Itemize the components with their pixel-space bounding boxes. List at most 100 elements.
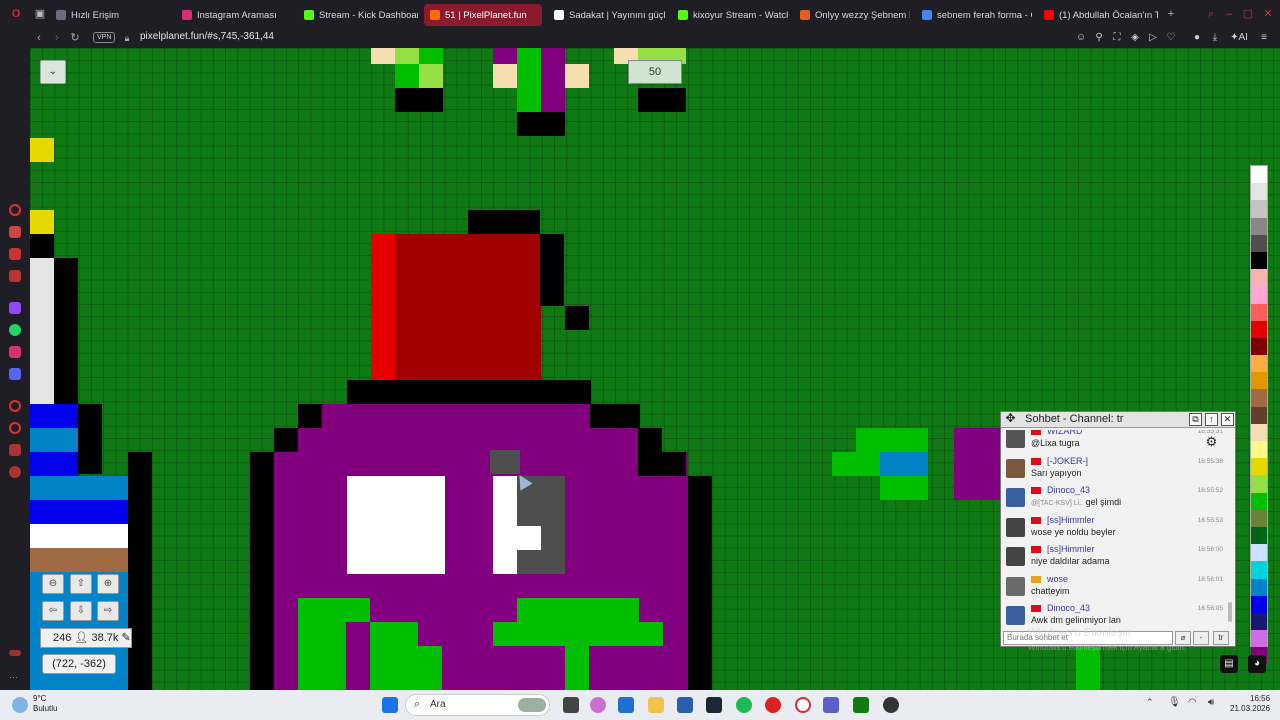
- mic-icon[interactable]: 🎙︎: [1168, 697, 1181, 713]
- zoom-in-button[interactable]: ⊕: [97, 574, 119, 594]
- tab-overview-icon[interactable]: ▣: [34, 8, 46, 20]
- system-clock[interactable]: 16:56 21.03.2026: [1230, 694, 1270, 714]
- move-chat-icon[interactable]: ✥: [1004, 412, 1017, 426]
- move-down-button[interactable]: ⇩: [70, 601, 92, 621]
- messenger-icon[interactable]: [9, 248, 21, 260]
- search-tabs-icon[interactable]: ⌕: [1205, 8, 1217, 20]
- palette-swatch[interactable]: [1251, 303, 1267, 321]
- reload-icon[interactable]: ↻: [68, 30, 82, 46]
- palette-swatch[interactable]: [1251, 509, 1267, 527]
- palette-swatch[interactable]: [1251, 492, 1267, 510]
- avatar[interactable]: [1006, 488, 1025, 507]
- avatar[interactable]: [1006, 430, 1025, 448]
- palette-swatch[interactable]: [1251, 441, 1267, 459]
- move-up-button[interactable]: ⇧: [70, 574, 92, 594]
- palette-swatch[interactable]: [1251, 251, 1267, 270]
- store-icon[interactable]: [677, 697, 693, 713]
- back-icon[interactable]: ‹: [32, 30, 46, 46]
- gift-icon[interactable]: [9, 270, 21, 282]
- settings-icon[interactable]: [9, 466, 21, 478]
- palette-swatch[interactable]: [1251, 630, 1267, 648]
- avatar[interactable]: [1006, 576, 1025, 596]
- wifi-icon[interactable]: ◠: [1188, 697, 1200, 713]
- file-explorer-icon[interactable]: [648, 697, 664, 713]
- chat-scrollbar[interactable]: [1227, 430, 1233, 626]
- chat-settings-icon[interactable]: ⚙: [1205, 435, 1218, 449]
- palette-swatch[interactable]: [1251, 269, 1267, 287]
- volume-icon[interactable]: 🔊︎: [1208, 697, 1220, 713]
- vpn-sidebar-icon[interactable]: [9, 650, 21, 656]
- browser-tab[interactable]: Instagram Araması: [176, 4, 292, 26]
- taskbar-search[interactable]: ⌕ Ara: [405, 694, 550, 716]
- chat-mode-button[interactable]: -: [1193, 631, 1209, 645]
- teams-icon[interactable]: [823, 697, 839, 713]
- canvas-menu-button[interactable]: ⌄: [40, 60, 66, 84]
- whatsapp-icon[interactable]: [9, 324, 21, 336]
- avatar[interactable]: [1006, 458, 1025, 478]
- browser-tab[interactable]: sebnem ferah forma - G: [916, 4, 1032, 26]
- lock-icon[interactable]: 🔒︎: [120, 30, 134, 46]
- palette-swatch[interactable]: [1251, 286, 1267, 304]
- steam-icon[interactable]: [706, 697, 722, 713]
- opera-logo-icon[interactable]: O: [10, 8, 22, 20]
- chat-username[interactable]: Dinoco_43: [1047, 485, 1090, 495]
- palette-swatch[interactable]: [1251, 475, 1267, 493]
- palette-swatch[interactable]: [1251, 595, 1267, 613]
- browser-tab[interactable]: Onlyy wezzy Şebnem Fe: [794, 4, 910, 26]
- ai-icon[interactable]: ✦AI: [1228, 31, 1250, 45]
- play-icon[interactable]: ▷: [1147, 31, 1159, 45]
- heart-icon[interactable]: ♡: [1165, 31, 1177, 45]
- chat-toggle-icon[interactable]: ▤: [1220, 655, 1238, 673]
- extensions-icon[interactable]: [9, 444, 21, 456]
- palette-swatch[interactable]: [1251, 372, 1267, 390]
- weather-icon[interactable]: [12, 697, 28, 713]
- palette-swatch[interactable]: [1251, 544, 1267, 562]
- chat-username[interactable]: [ss]Himmler: [1047, 515, 1095, 525]
- player-icon[interactable]: [9, 400, 21, 412]
- palette-swatch[interactable]: [1251, 561, 1267, 579]
- palette-swatch[interactable]: [1251, 234, 1267, 252]
- browser-tab[interactable]: 51 | PixelPlanet.fun: [424, 4, 542, 26]
- chat-username[interactable]: [ss]Himmler: [1047, 544, 1095, 554]
- avatar[interactable]: [1006, 547, 1025, 566]
- menu-icon[interactable]: ≡: [1258, 31, 1270, 45]
- task-view-icon[interactable]: [563, 697, 579, 713]
- browser-tab[interactable]: (1) Abdullah Öcalan'ın Tü: [1038, 4, 1158, 26]
- more-icon[interactable]: ···: [9, 672, 21, 684]
- zoom-out-button[interactable]: ⊖: [42, 574, 64, 594]
- maximize-chat-icon[interactable]: ↑: [1205, 413, 1218, 426]
- xbox-icon[interactable]: [853, 697, 869, 713]
- palette-swatch[interactable]: [1251, 612, 1267, 631]
- browser-tab[interactable]: Stream - Kick Dashboard: [298, 4, 418, 26]
- maximize-icon[interactable]: ▢: [1242, 8, 1254, 20]
- palette-swatch[interactable]: [1251, 578, 1267, 596]
- chat-header[interactable]: ✥ Sohbet - Channel: tr ⧉ ↑ ✕: [1001, 412, 1235, 428]
- palette-swatch[interactable]: [1251, 183, 1267, 201]
- tray-chevron-icon[interactable]: ⌃: [1146, 697, 1158, 713]
- palette-swatch[interactable]: [1251, 389, 1267, 407]
- weather-widget[interactable]: 9°C Bulutlu: [33, 694, 57, 714]
- vpn-badge[interactable]: VPN: [93, 32, 116, 43]
- minimize-icon[interactable]: –: [1223, 8, 1235, 20]
- shopping-icon[interactable]: [9, 226, 21, 238]
- instagram-icon[interactable]: [9, 346, 21, 358]
- channel-select[interactable]: tr: [1213, 631, 1229, 645]
- discord-icon[interactable]: [9, 368, 21, 380]
- profile-icon[interactable]: ●: [1191, 31, 1203, 45]
- close-window-icon[interactable]: ✕: [1262, 8, 1274, 20]
- new-tab-icon[interactable]: +: [1165, 8, 1177, 20]
- chat-username[interactable]: Dinoco_43: [1047, 603, 1090, 613]
- snapshot-icon[interactable]: ⛶: [1111, 31, 1123, 45]
- chat-mention[interactable]: @[TAC-KSV] Li..: [1031, 500, 1083, 507]
- edge-icon[interactable]: [618, 697, 634, 713]
- palette-swatch[interactable]: [1251, 423, 1267, 441]
- start-icon[interactable]: [382, 697, 398, 713]
- palette-swatch[interactable]: [1251, 337, 1267, 356]
- palette-swatch[interactable]: [1251, 526, 1267, 545]
- opera-taskbar-icon[interactable]: [795, 697, 811, 713]
- opera-gx-icon[interactable]: [765, 697, 781, 713]
- palette-swatch[interactable]: [1251, 355, 1267, 373]
- twitch-icon[interactable]: [9, 302, 21, 314]
- forward-icon[interactable]: ›: [50, 30, 64, 46]
- palette-swatch[interactable]: [1251, 200, 1267, 218]
